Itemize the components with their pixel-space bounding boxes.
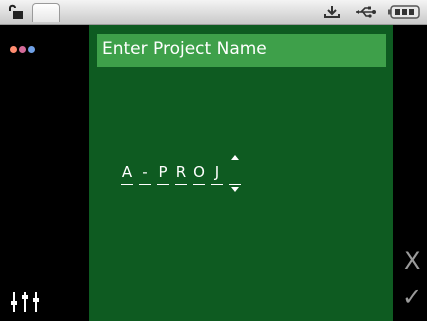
title-bar: Enter Project Name [97, 34, 386, 67]
char-underline [175, 184, 187, 185]
char-underline [229, 184, 241, 185]
char-value: A [121, 163, 133, 181]
char-underline [211, 184, 223, 185]
char-slot[interactable]: A [121, 163, 133, 187]
chevron-up-icon[interactable] [231, 155, 239, 160]
sliders-icon[interactable] [10, 289, 40, 315]
battery-icon [387, 3, 423, 21]
char-underline [193, 184, 205, 185]
char-value: O [193, 163, 205, 181]
char-underline [139, 184, 151, 185]
status-bar [0, 0, 427, 25]
usb-icon [353, 3, 377, 21]
menu-dot [10, 46, 17, 53]
status-tab [32, 3, 60, 22]
left-rail [0, 25, 47, 321]
char-value: J [214, 163, 220, 181]
char-slot[interactable]: - [139, 163, 151, 187]
menu-dots-icon[interactable] [10, 46, 40, 54]
char-slot[interactable]: R [175, 163, 187, 187]
char-value: P [158, 163, 168, 181]
right-rail: X ✓ [394, 25, 427, 321]
char-value: - [142, 163, 148, 181]
cancel-button[interactable]: X [404, 247, 420, 275]
confirm-button[interactable]: ✓ [402, 283, 422, 311]
download-icon [322, 3, 342, 21]
menu-dot [28, 46, 35, 53]
project-name-panel: Enter Project Name A - P R O J [89, 25, 393, 321]
char-slot[interactable]: P [157, 163, 169, 187]
char-slot[interactable]: J [211, 163, 223, 187]
char-slot-active[interactable] [229, 155, 241, 192]
device-screen: Enter Project Name A - P R O J X ✓ [0, 0, 427, 321]
char-value: R [175, 163, 187, 181]
page-title: Enter Project Name [102, 39, 267, 59]
left-gutter [47, 25, 88, 321]
unlock-icon[interactable] [6, 3, 28, 21]
char-underline [157, 184, 169, 185]
menu-dot [19, 46, 26, 53]
chevron-down-icon[interactable] [231, 187, 239, 192]
char-slot[interactable]: O [193, 163, 205, 187]
char-underline [121, 184, 133, 185]
